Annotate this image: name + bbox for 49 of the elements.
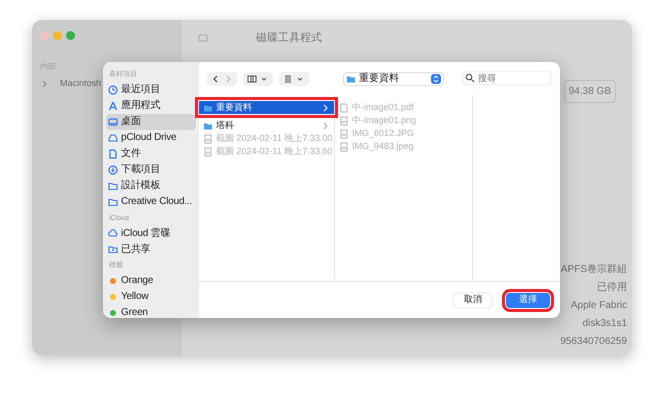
search-icon [465,73,475,83]
sidebar-item[interactable]: Green [106,304,196,318]
image-file-icon [339,116,349,126]
cancel-button[interactable]: 取消 [454,292,492,308]
sidebar-item[interactable]: 最近項目 [106,82,196,98]
sidebar-item[interactable]: 應用程式 [106,98,196,114]
download-icon [108,164,118,174]
file-row[interactable]: 塔科 [199,119,334,132]
image-file-icon [203,146,213,156]
sidebar-item[interactable]: 已共享 [106,241,196,257]
image-file-icon [339,128,349,138]
sidebar-item[interactable]: Yellow [106,288,196,304]
sidebar-item[interactable]: 下載項目 [106,162,196,178]
cloud-icon [108,228,118,238]
choose-button[interactable]: 選擇 [506,292,550,308]
view-button[interactable] [243,72,273,86]
info-value: disk3s1s1 [582,317,627,331]
window-title: 磁碟工具程式 [256,30,322,46]
sidebar-item[interactable]: Orange [106,272,196,288]
sidebar-item[interactable]: 桌面 [106,114,196,130]
sidebar-item[interactable]: 文件 [106,146,196,162]
pdf-file-icon [339,102,349,112]
drive-icon [108,132,118,142]
folder-icon [346,74,356,84]
sidebar-item[interactable]: 設計模板 [106,178,196,194]
sidebar-toggle-icon [198,33,208,43]
document-icon [108,148,118,158]
capacity-label: 94.38 GB [564,80,616,103]
sidebar-item[interactable]: iCloud 雲碟 [106,225,196,241]
sidebar-item[interactable]: Creative Cloud... [106,194,196,210]
image-file-icon [203,134,213,144]
grid-icon [283,74,293,84]
info-value: Apple Fabric [570,299,627,313]
info-value: 已停用 [597,281,627,295]
sidebar-item[interactable]: pCloud Drive [106,130,196,146]
info-value: 956340706259 [560,335,627,349]
search-field[interactable]: 搜尋 [462,71,552,85]
columns-icon [247,74,257,84]
image-file-icon [339,142,349,152]
back-forward-button[interactable] [207,72,237,86]
file-row[interactable]: 重要資料 [199,101,334,114]
clock-icon [108,84,118,94]
app-icon [108,100,118,110]
info-value: APFS卷宗群組 [560,262,627,277]
location-dropdown[interactable]: 重要資料 [343,72,444,86]
shared-folder-icon [108,244,118,254]
group-button[interactable] [279,72,309,86]
desktop-icon [108,116,118,126]
stepper-icon [431,74,441,84]
